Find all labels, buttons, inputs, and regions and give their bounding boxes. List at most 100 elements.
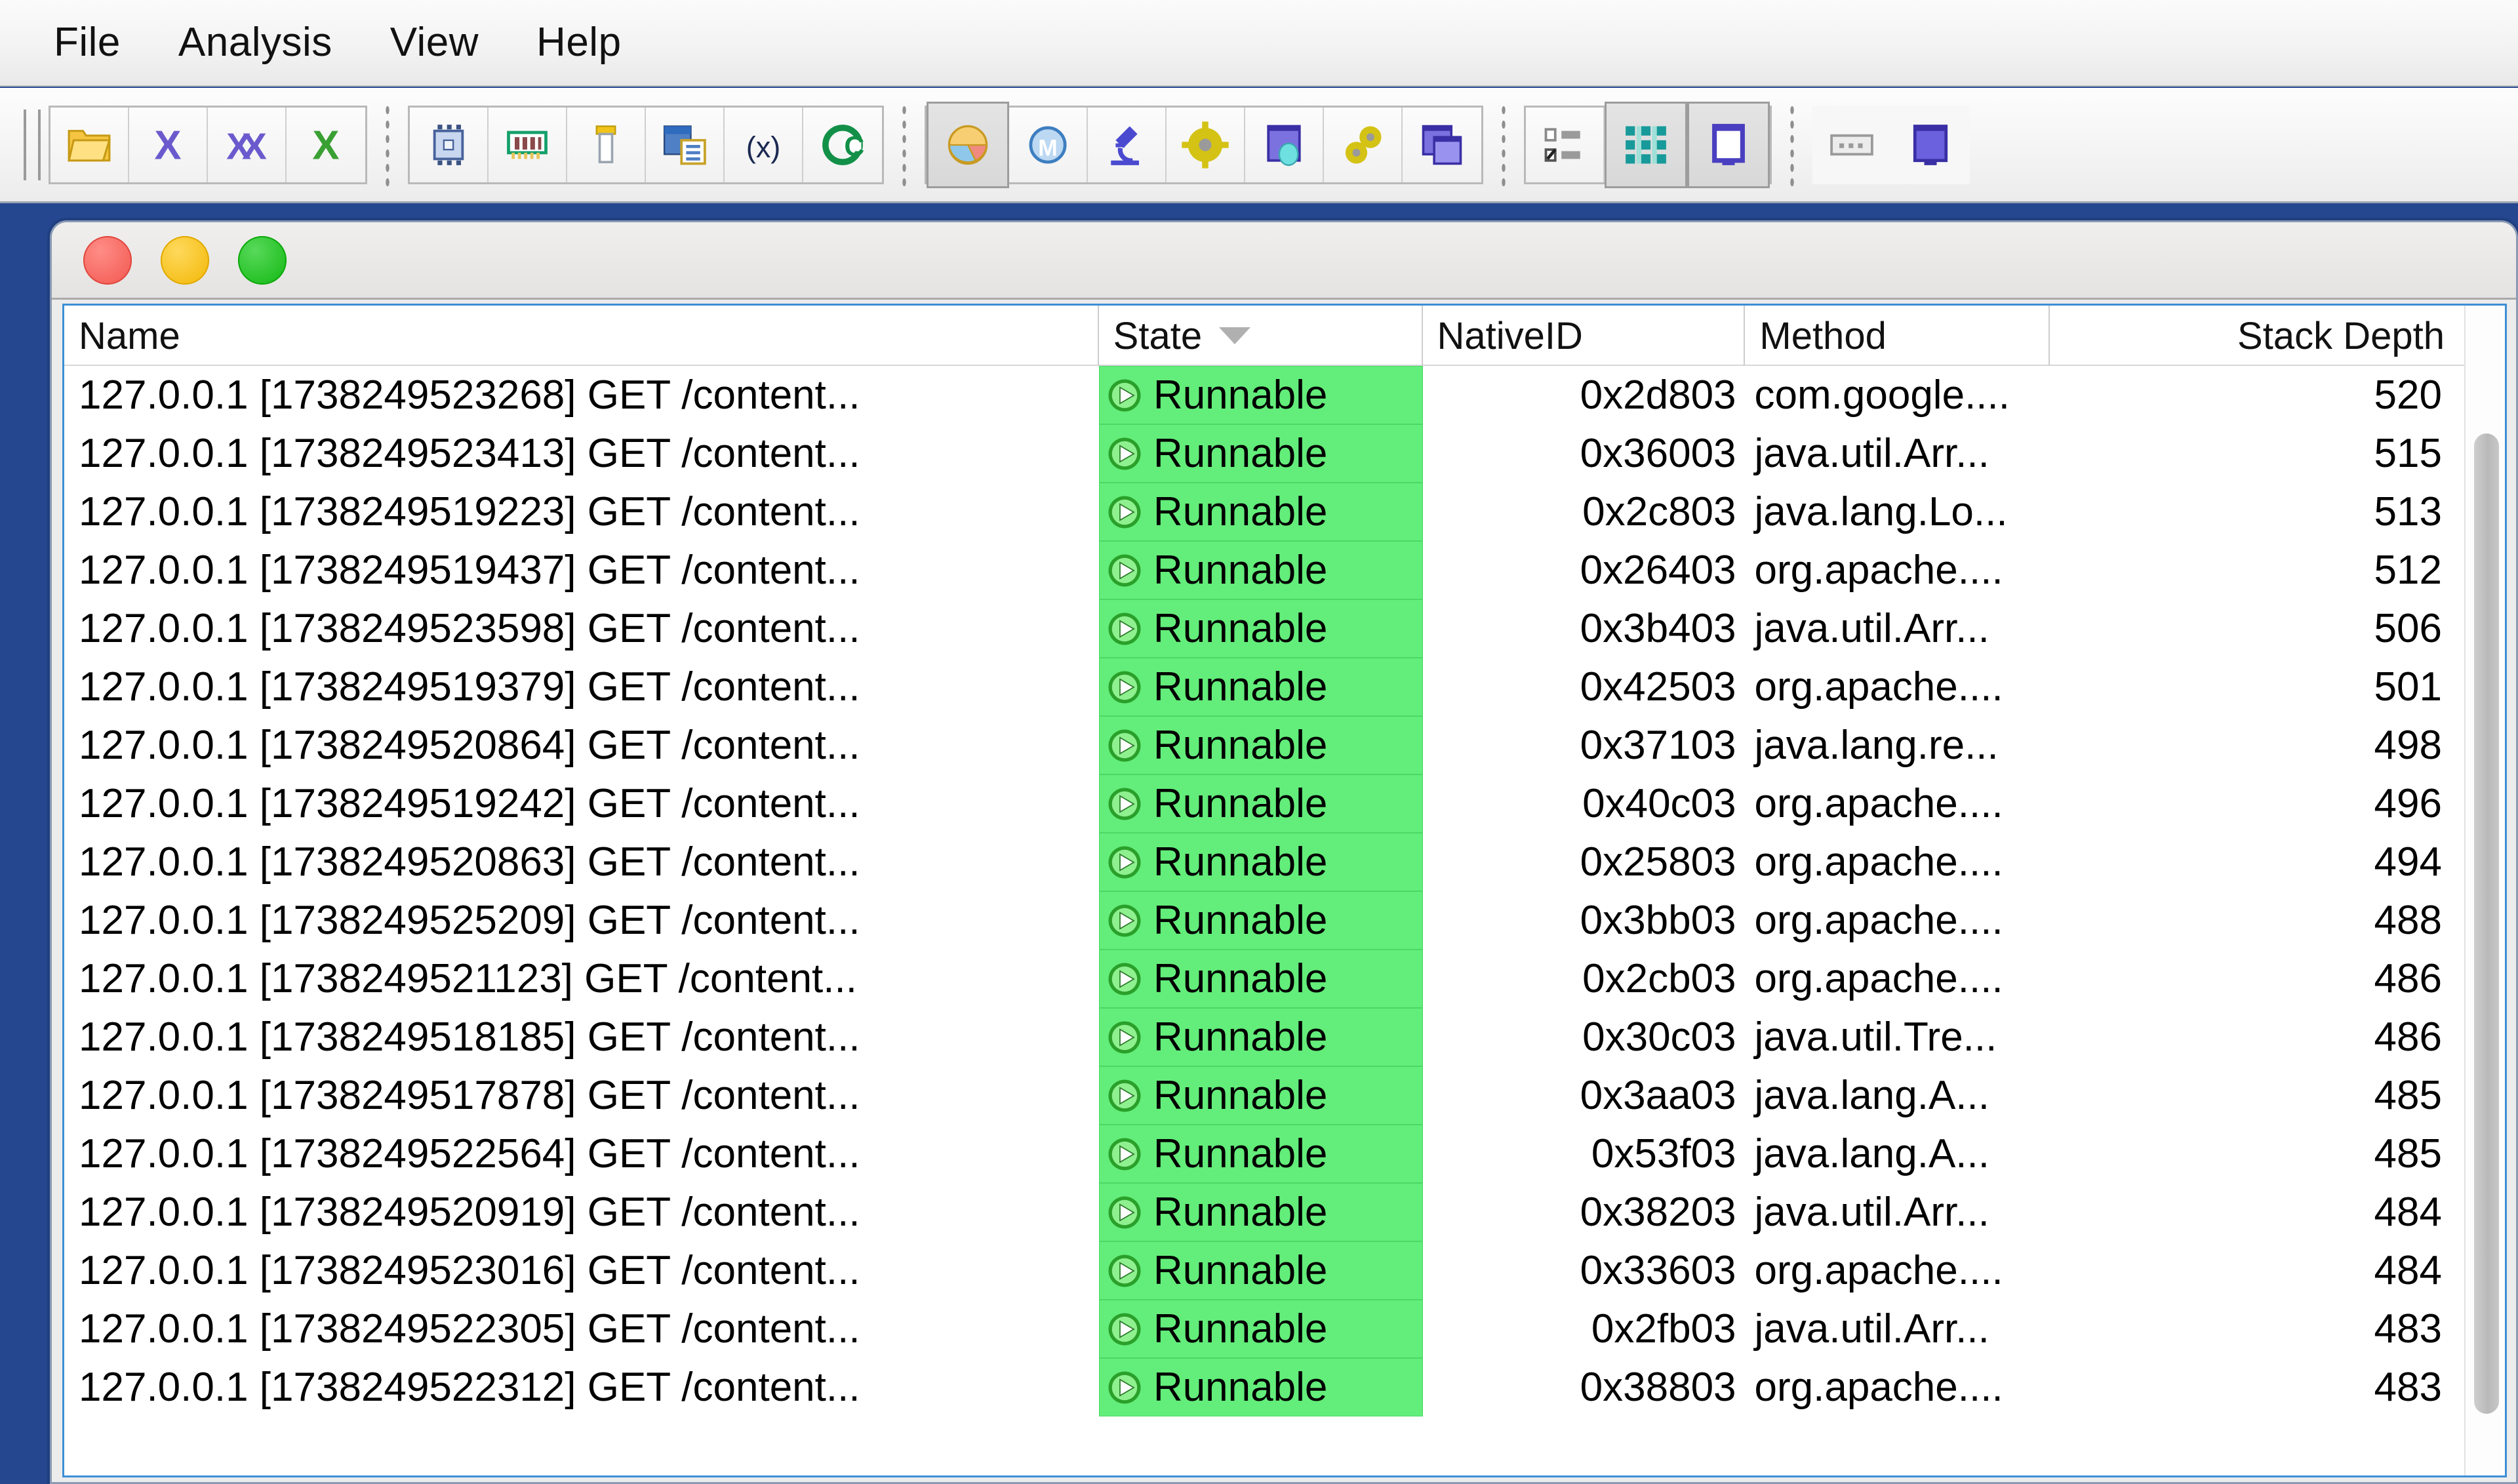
table-header-row: Name State NativeIDMethodStack Depth: [64, 306, 2464, 366]
menu-view[interactable]: View: [361, 18, 508, 67]
table-row[interactable]: 127.0.0.1 [1738249522305] GET /content..…: [64, 1300, 2464, 1358]
memory-button[interactable]: [489, 108, 567, 182]
cell-method: java.lang.A...: [1746, 1125, 2050, 1183]
svg-text:C: C: [844, 130, 864, 162]
extra-group: [1812, 106, 1970, 184]
cell-method: org.apache....: [1746, 541, 2050, 599]
cell-name: 127.0.0.1 [1738249525209] GET /content..…: [64, 891, 1099, 950]
table-row[interactable]: 127.0.0.1 [1738249523598] GET /content..…: [64, 599, 2464, 658]
close-all-snapshots-button[interactable]: XX: [208, 108, 287, 182]
table-row[interactable]: 127.0.0.1 [1738249517878] GET /content..…: [64, 1066, 2464, 1125]
profiling-group: (x) C: [408, 106, 884, 184]
maximize-window-button[interactable]: [238, 236, 287, 285]
open-folder-button[interactable]: [50, 108, 129, 182]
column-header-state[interactable]: State: [1099, 306, 1423, 366]
gear-button[interactable]: [1167, 108, 1245, 182]
table-row[interactable]: 127.0.0.1 [1738249523016] GET /content..…: [64, 1241, 2464, 1300]
thread-state-label: Runnable: [1153, 609, 1327, 649]
cell-name: 127.0.0.1 [1738249520919] GET /content..…: [64, 1183, 1099, 1241]
close-window-button[interactable]: [83, 236, 132, 285]
cell-nativeid: 0x2cb03: [1423, 950, 1746, 1008]
table-row[interactable]: 127.0.0.1 [1738249525209] GET /content..…: [64, 891, 2464, 950]
memory-monitor-button[interactable]: M: [1009, 108, 1088, 182]
toolbar-separator: [1500, 103, 1507, 187]
cell-state: Runnable: [1099, 716, 1423, 774]
column-header-nativeid[interactable]: NativeID: [1423, 306, 1746, 366]
more-options-button[interactable]: [1812, 108, 1891, 182]
list-view-button[interactable]: [1526, 108, 1605, 182]
table-row[interactable]: 127.0.0.1 [1738249519223] GET /content..…: [64, 483, 2464, 541]
table-row[interactable]: 127.0.0.1 [1738249522312] GET /content..…: [64, 1358, 2464, 1416]
column-header-name[interactable]: Name: [64, 306, 1099, 366]
menu-file[interactable]: File: [25, 18, 150, 67]
column-header-method[interactable]: Method: [1745, 306, 2049, 366]
close-all-snapshots-icon: XX: [222, 120, 271, 170]
thread-state-runnable-icon: [1106, 1077, 1143, 1114]
table-row[interactable]: 127.0.0.1 [1738249519379] GET /content..…: [64, 658, 2464, 716]
column-header-depth[interactable]: Stack Depth: [2050, 306, 2464, 366]
cell-nativeid: 0x2d803: [1423, 366, 1746, 424]
thread-state-runnable-icon: [1106, 1253, 1143, 1289]
thread-state-label: Runnable: [1153, 1075, 1327, 1116]
thread-state-runnable-icon: [1106, 786, 1143, 822]
menu-analysis[interactable]: Analysis: [150, 18, 361, 67]
window-title-bar[interactable]: [52, 222, 2516, 300]
cpu-button[interactable]: [410, 108, 489, 182]
double-gear-icon: [1338, 120, 1388, 170]
table-row[interactable]: 127.0.0.1 [1738249523413] GET /content..…: [64, 424, 2464, 483]
cpu-icon: [424, 120, 473, 170]
table-row[interactable]: 127.0.0.1 [1738249519437] GET /content..…: [64, 541, 2464, 599]
cell-state: Runnable: [1099, 366, 1423, 424]
cell-stack-depth: 513: [2050, 483, 2464, 541]
close-snapshot-button[interactable]: X: [129, 108, 208, 182]
grid-view-button[interactable]: [1605, 102, 1687, 188]
cell-nativeid: 0x25803: [1423, 833, 1746, 891]
stacked-windows-button[interactable]: [1403, 108, 1481, 182]
double-gear-button[interactable]: [1324, 108, 1403, 182]
table-row[interactable]: 127.0.0.1 [1738249522564] GET /content..…: [64, 1125, 2464, 1183]
cell-stack-depth: 483: [2050, 1358, 2464, 1416]
scrollbar-thumb[interactable]: [2474, 433, 2499, 1414]
minimize-window-button[interactable]: [161, 236, 209, 285]
table-row[interactable]: 127.0.0.1 [1738249520863] GET /content..…: [64, 833, 2464, 891]
menu-help[interactable]: Help: [508, 18, 650, 67]
variables-button[interactable]: (x): [725, 108, 803, 182]
thread-state-label: Runnable: [1153, 1251, 1327, 1291]
cell-stack-depth: 520: [2050, 366, 2464, 424]
window-view-button[interactable]: [1687, 102, 1770, 188]
microscope-button[interactable]: [1088, 108, 1167, 182]
cell-state: Runnable: [1099, 1066, 1423, 1125]
cell-stack-depth: 483: [2050, 1300, 2464, 1358]
cell-method: org.apache....: [1746, 1241, 2050, 1300]
cell-stack-depth: 486: [2050, 950, 2464, 1008]
cell-state: Runnable: [1099, 833, 1423, 891]
vertical-scrollbar[interactable]: [2464, 306, 2505, 1475]
memory-icon: [502, 120, 552, 170]
table-row[interactable]: 127.0.0.1 [1738249519242] GET /content..…: [64, 774, 2464, 833]
window-list-button[interactable]: [646, 108, 725, 182]
table-row[interactable]: 127.0.0.1 [1738249518185] GET /content..…: [64, 1008, 2464, 1066]
thread-state-runnable-icon: [1106, 611, 1143, 647]
table-row[interactable]: 127.0.0.1 [1738249520864] GET /content..…: [64, 716, 2464, 774]
export-button[interactable]: X: [287, 108, 365, 182]
table-row[interactable]: 127.0.0.1 [1738249523268] GET /content..…: [64, 366, 2464, 424]
table-row[interactable]: 127.0.0.1 [1738249521123] GET /content..…: [64, 950, 2464, 1008]
detach-window-button[interactable]: [1891, 108, 1970, 182]
window-inspect-button[interactable]: [1245, 108, 1324, 182]
column-header-label: State: [1113, 314, 1202, 358]
cell-nativeid: 0x33603: [1423, 1241, 1746, 1300]
thread-state-label: Runnable: [1153, 667, 1327, 708]
cell-state: Runnable: [1099, 541, 1423, 599]
detach-window-icon: [1906, 120, 1955, 170]
table-row[interactable]: 127.0.0.1 [1738249520919] GET /content..…: [64, 1183, 2464, 1241]
window-list-icon: [660, 120, 709, 170]
cell-method: org.apache....: [1746, 1358, 2050, 1416]
cell-stack-depth: 484: [2050, 1183, 2464, 1241]
cell-name: 127.0.0.1 [1738249520863] GET /content..…: [64, 833, 1099, 891]
gc-button[interactable]: C: [803, 108, 882, 182]
test-tube-button[interactable]: [567, 108, 646, 182]
pie-chart-button[interactable]: [927, 102, 1009, 188]
cell-nativeid: 0x26403: [1423, 541, 1746, 599]
toolbar-grip[interactable]: [24, 110, 41, 180]
thread-state-runnable-icon: [1106, 669, 1143, 706]
